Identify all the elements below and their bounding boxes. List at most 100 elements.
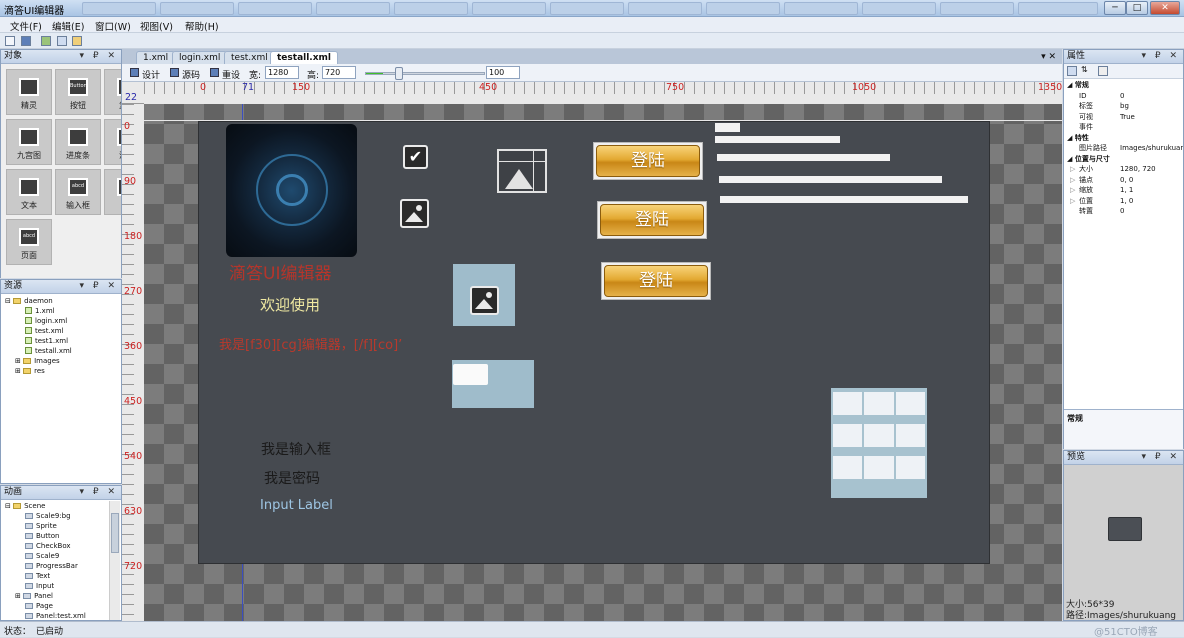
property-row[interactable]: 转置 0 xyxy=(1064,206,1183,217)
prop-value[interactable]: bg xyxy=(1120,101,1129,111)
input-label[interactable]: Input Label xyxy=(260,498,333,513)
welcome-text[interactable]: 欢迎使用 xyxy=(260,294,320,315)
property-row[interactable]: ▷ 位置 1, 0 xyxy=(1064,196,1183,207)
grid-cell[interactable] xyxy=(864,456,894,479)
expand-icon[interactable]: ▷ xyxy=(1070,196,1075,206)
white-input-box[interactable] xyxy=(453,364,488,385)
minimize-button[interactable]: ─ xyxy=(1104,1,1126,15)
property-row[interactable]: 图片路径 Images/shurukuang xyxy=(1064,143,1183,154)
zoom-thumb[interactable] xyxy=(394,67,403,80)
login-button[interactable]: 登陆 xyxy=(593,142,703,180)
scale9-image-frame[interactable] xyxy=(497,149,547,193)
tree-node[interactable]: Input xyxy=(5,581,109,591)
tree-folder[interactable]: ⊞ res xyxy=(5,366,121,376)
menu-window[interactable]: 窗口(W) xyxy=(95,19,131,33)
expand-icon[interactable]: ▷ xyxy=(1070,175,1075,185)
property-row[interactable]: ▷ 大小 1280, 720 xyxy=(1064,164,1183,175)
menu-help[interactable]: 帮助(H) xyxy=(185,19,219,33)
prop-value[interactable]: 1, 0 xyxy=(1120,196,1133,206)
prop-value[interactable]: 0, 0 xyxy=(1120,175,1133,185)
tree-node[interactable]: Scale9:bg xyxy=(5,511,109,521)
password-field[interactable]: 我是密码 xyxy=(264,468,320,488)
tree-node[interactable]: Text xyxy=(5,571,109,581)
prop-value[interactable]: 1280, 720 xyxy=(1120,164,1156,174)
tree-node[interactable]: Scale9 xyxy=(5,551,109,561)
grid-cell[interactable] xyxy=(864,392,894,415)
tree-root[interactable]: ⊟ daemon xyxy=(5,296,121,306)
checkbox-checked-icon[interactable]: ✔ xyxy=(403,145,428,169)
doc-tab[interactable]: test.xml xyxy=(224,51,275,64)
panel-pin-close-icon[interactable]: ▾ ₽ ✕ xyxy=(1141,451,1180,464)
export-icon[interactable] xyxy=(41,36,51,46)
prop-value[interactable]: True xyxy=(1120,112,1135,122)
progress-bar[interactable] xyxy=(715,136,840,143)
property-row[interactable]: ▷ 缩放 1, 1 xyxy=(1064,185,1183,196)
login-button[interactable]: 登陆 xyxy=(597,201,707,239)
section-feature[interactable]: ◢ 特性 xyxy=(1064,133,1183,144)
tile-scale9[interactable]: 九宫图 xyxy=(6,119,52,165)
tree-node[interactable]: Button xyxy=(5,531,109,541)
sort-alpha-icon[interactable]: ⇅ xyxy=(1081,65,1088,74)
tree-file[interactable]: 1.xml xyxy=(5,306,121,316)
progress-bar[interactable] xyxy=(715,123,740,132)
tree-file[interactable]: login.xml xyxy=(5,316,121,326)
section-position[interactable]: ◢ 位置与尺寸 xyxy=(1064,154,1183,165)
progress-bar[interactable] xyxy=(717,154,890,161)
panel-pin-close-icon[interactable]: ▾ ₽ ✕ xyxy=(79,50,118,63)
source-button[interactable]: 源码 xyxy=(182,68,200,81)
doc-tab-active[interactable]: testall.xml xyxy=(270,51,338,64)
tree-node[interactable]: Sprite xyxy=(5,521,109,531)
prop-value[interactable]: Images/shurukuang xyxy=(1120,143,1183,153)
new-file-icon[interactable] xyxy=(5,36,15,46)
expand-icon[interactable]: ▷ xyxy=(1070,164,1075,174)
tree-node[interactable]: Panel:test.xml xyxy=(5,611,109,621)
property-row[interactable]: 可视 True xyxy=(1064,112,1183,123)
prop-value[interactable]: 0 xyxy=(1120,206,1124,216)
menu-view[interactable]: 视图(V) xyxy=(140,19,173,33)
grid-cell[interactable] xyxy=(896,392,925,415)
menu-edit[interactable]: 编辑(E) xyxy=(52,19,84,33)
progress-bar[interactable] xyxy=(719,176,942,183)
tile-input[interactable]: abcd 输入框 xyxy=(55,169,101,215)
grid-cell[interactable] xyxy=(833,424,862,447)
tile-checkbox[interactable]: 复选 xyxy=(104,69,121,115)
grid-cell[interactable] xyxy=(833,392,862,415)
stage-background[interactable]: 滴答UI编辑器 欢迎使用 我是[f30][cg]编辑器，[/f][co]’ 我是… xyxy=(198,121,990,564)
doc-tab[interactable]: 1.xml xyxy=(136,51,176,64)
grid-cell[interactable] xyxy=(833,456,862,479)
tree-node[interactable]: CheckBox xyxy=(5,541,109,551)
save-icon[interactable] xyxy=(21,36,31,46)
stage-title-text[interactable]: 滴答UI编辑器 xyxy=(229,259,331,284)
grid-cell[interactable] xyxy=(896,424,925,447)
grid-widget[interactable] xyxy=(831,388,927,498)
panel-pin-close-icon[interactable]: ▾ ₽ ✕ xyxy=(79,280,118,293)
blue-image-panel[interactable] xyxy=(453,264,515,326)
image-sprite-icon[interactable] xyxy=(400,199,429,228)
categorized-icon[interactable] xyxy=(1067,66,1077,76)
property-row[interactable]: 标签 bg xyxy=(1064,101,1183,112)
panel-pin-close-icon[interactable]: ▾ ₽ ✕ xyxy=(1141,50,1180,63)
grid-cell[interactable] xyxy=(864,424,894,447)
tile-slider[interactable]: 滑动 xyxy=(104,119,121,165)
tree-file[interactable]: testall.xml xyxy=(5,346,121,356)
tile-page[interactable]: abcd 页面 xyxy=(6,219,52,265)
progress-bar[interactable] xyxy=(720,196,968,203)
maximize-button[interactable]: □ xyxy=(1126,1,1148,15)
tree-file[interactable]: test.xml xyxy=(5,326,121,336)
doc-tab[interactable]: login.xml xyxy=(172,51,228,64)
reset-button[interactable]: 重设 xyxy=(222,68,240,81)
tile-node[interactable]: 节 xyxy=(104,169,121,215)
scrollbar[interactable] xyxy=(109,501,120,620)
grid-cell[interactable] xyxy=(896,456,925,479)
tile-button[interactable]: Button 按钮 xyxy=(55,69,101,115)
expand-icon[interactable]: ▷ xyxy=(1070,185,1075,195)
paste-icon[interactable] xyxy=(72,36,82,46)
rich-text[interactable]: 我是[f30][cg]编辑器，[/f][co]’ xyxy=(219,334,415,353)
close-button[interactable]: ✕ xyxy=(1150,1,1180,15)
tile-sprite[interactable]: 精灵 xyxy=(6,69,52,115)
property-row[interactable]: 事件 xyxy=(1064,122,1183,133)
login-button[interactable]: 登陆 xyxy=(601,262,711,300)
prop-value[interactable]: 0 xyxy=(1120,91,1124,101)
property-row[interactable]: ID 0 xyxy=(1064,91,1183,102)
logo-image[interactable] xyxy=(226,124,357,257)
